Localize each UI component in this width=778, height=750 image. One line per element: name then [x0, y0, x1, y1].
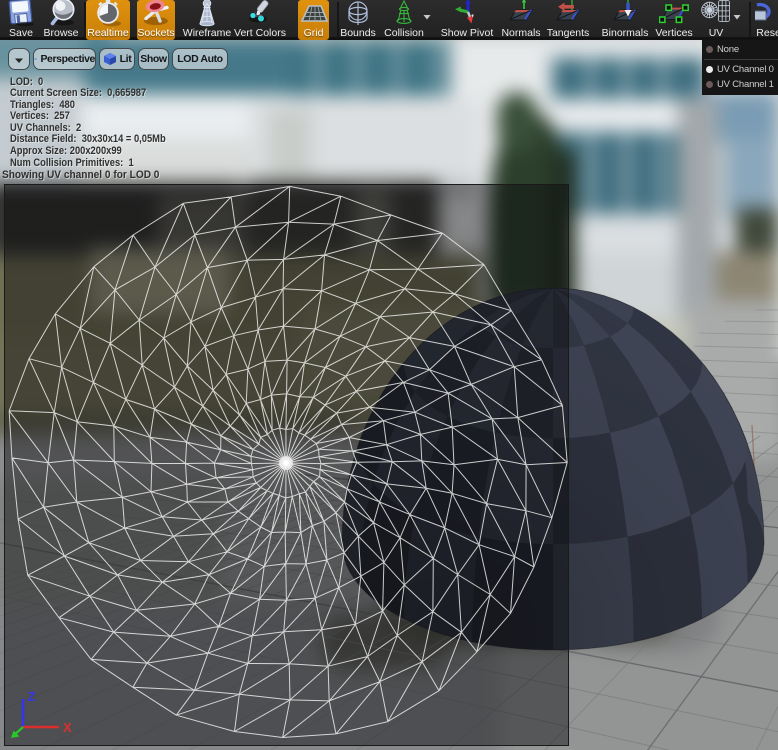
- svg-text:Z: Z: [28, 689, 36, 704]
- svg-text:X: X: [63, 720, 72, 735]
